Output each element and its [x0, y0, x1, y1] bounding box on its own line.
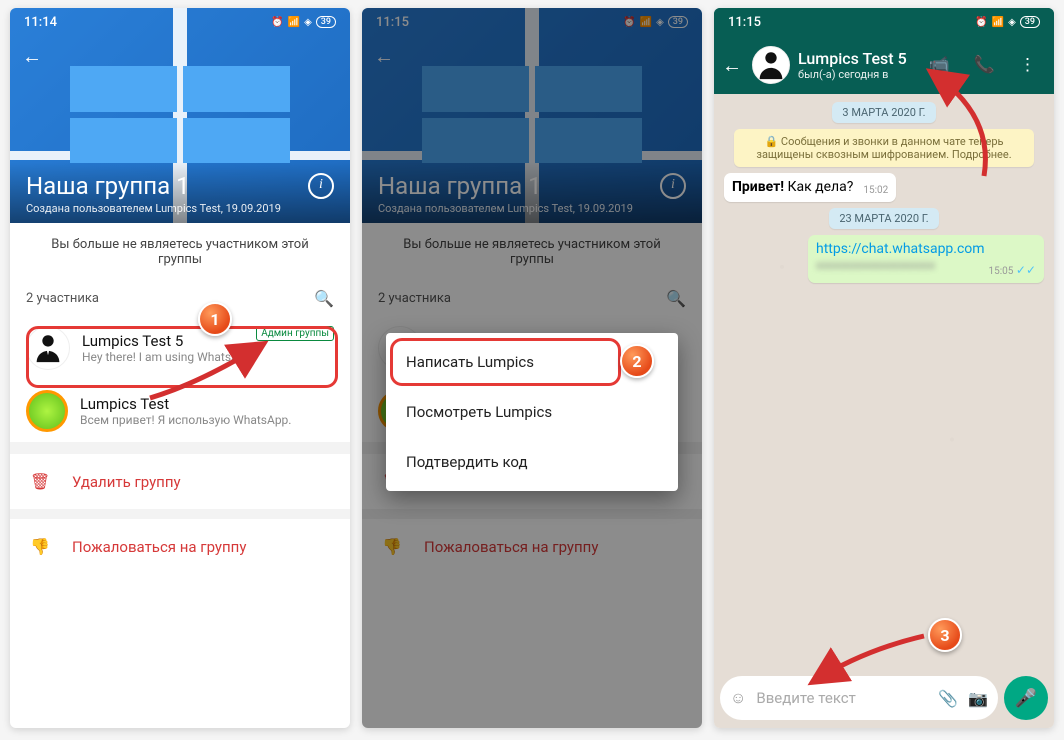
message-text: Как дела?	[784, 179, 853, 195]
popup-item-confirm[interactable]: Подтвердить код	[386, 437, 678, 487]
avatar-icon	[26, 390, 68, 432]
members-count: 2 участника	[26, 291, 99, 306]
alarm-icon: ⏰	[975, 17, 987, 28]
clock: 11:15	[728, 15, 761, 30]
avatar-icon	[26, 326, 70, 370]
back-button[interactable]: ←	[720, 53, 744, 78]
popup-item-view[interactable]: Посмотреть Lumpics	[386, 387, 678, 437]
search-icon[interactable]: 🔍	[314, 289, 334, 308]
screen-chat: 11:15 ⏰ 📶 ◈ 39 ← Lumpics Test 5 был(-а) …	[714, 8, 1054, 728]
annotation-badge-1: 1	[198, 302, 232, 336]
video-call-icon[interactable]: 📹	[929, 55, 950, 75]
screen-context-menu: 11:15 ⏰ 📶 ◈ 39 ← Наша группа 1 Создана п…	[362, 8, 702, 728]
status-icons: ⏰ 📶 ◈ 39	[271, 16, 336, 28]
avatar-icon[interactable]	[752, 46, 790, 84]
date-chip: 3 МАРТА 2020 Г.	[832, 102, 935, 123]
mic-button[interactable]: 🎤	[1004, 676, 1048, 720]
annotation-badge-2: 2	[620, 344, 654, 378]
camera-icon[interactable]: 📷	[968, 689, 988, 708]
message-time: 15:02	[863, 185, 888, 196]
screen-group-info: 11:14 ⏰ 📶 ◈ 39 ← Наша группа 1 Создана п…	[10, 8, 350, 728]
chat-input-bar: ☺ Введите текст 📎 📷 🎤	[714, 670, 1054, 728]
action-label: Удалить группу	[72, 473, 181, 491]
battery-icon: 39	[316, 16, 336, 28]
voice-call-icon[interactable]: 📞	[974, 55, 995, 75]
chat-title: Lumpics Test 5	[798, 49, 907, 68]
more-icon[interactable]: ⋮	[1019, 55, 1036, 75]
trash-icon: 🗑	[30, 472, 50, 491]
status-bar: 11:14 ⏰ 📶 ◈ 39	[10, 8, 350, 36]
input-placeholder: Введите текст	[756, 689, 928, 707]
message-link[interactable]: https://chat.whatsapp.com	[816, 241, 985, 257]
action-label: Пожаловаться на группу	[72, 538, 246, 556]
wifi-icon: ◈	[304, 17, 312, 28]
group-title: Наша группа 1	[26, 172, 334, 200]
chat-subtitle: был(-а) сегодня в	[798, 68, 907, 81]
member-status: Hey there! I am using WhatsApp.	[82, 350, 334, 364]
message-outgoing[interactable]: https://chat.whatsapp.com xxxxxxxxxxxxxx…	[808, 235, 1044, 283]
status-icons: ⏰ 📶 ◈ 39	[975, 16, 1040, 28]
message-input[interactable]: ☺ Введите текст 📎 📷	[720, 676, 998, 720]
lock-icon: 🔒	[764, 135, 778, 148]
message-text-strong: Привет!	[732, 179, 784, 195]
signal-icon: 📶	[288, 17, 300, 28]
member-row-0[interactable]: Lumpics Test 5 Hey there! I am using Wha…	[10, 316, 350, 380]
group-subtitle: Создана пользователем Lumpics Test, 19.0…	[26, 202, 334, 215]
encryption-notice[interactable]: 🔒 Сообщения и звонки в данном чате тепер…	[734, 129, 1034, 167]
signal-icon: 📶	[992, 17, 1004, 28]
annotation-badge-3: 3	[928, 618, 962, 652]
attach-icon[interactable]: 📎	[938, 689, 958, 708]
alarm-icon: ⏰	[271, 17, 283, 28]
message-incoming[interactable]: Привет! Как дела? 15:02	[724, 173, 896, 202]
members-header-row: 2 участника 🔍	[10, 281, 350, 316]
read-tick-icon: ✓✓	[1016, 263, 1036, 277]
admin-badge: Админ группы	[256, 326, 334, 341]
emoji-icon[interactable]: ☺	[730, 688, 746, 708]
date-chip: 23 МАРТА 2020 Г.	[829, 208, 938, 229]
member-status: Всем привет! Я использую WhatsApp.	[80, 413, 334, 427]
member-name: Lumpics Test	[80, 395, 334, 413]
delete-group-button[interactable]: 🗑 Удалить группу	[10, 442, 350, 509]
wifi-icon: ◈	[1008, 17, 1016, 28]
message-blurred: xxxxxxxxxxxxxxxxxxxx	[816, 258, 935, 272]
clock: 11:14	[24, 15, 57, 30]
chat-body[interactable]: 3 МАРТА 2020 Г. 🔒 Сообщения и звонки в д…	[714, 94, 1054, 670]
group-cover: ← Наша группа 1 Создана пользователем Lu…	[10, 8, 350, 223]
thumbs-down-icon: 👎	[30, 537, 50, 556]
message-time: 15:05 ✓✓	[989, 263, 1037, 277]
battery-icon: 39	[1020, 16, 1040, 28]
status-bar: 11:15 ⏰ 📶 ◈ 39	[714, 8, 1054, 36]
info-button[interactable]: i	[308, 173, 334, 199]
back-button[interactable]: ←	[22, 44, 42, 69]
report-group-button[interactable]: 👎 Пожаловаться на группу	[10, 509, 350, 574]
member-row-1[interactable]: Lumpics Test Всем привет! Я использую Wh…	[10, 380, 350, 442]
not-member-notice: Вы больше не являетесь участником этой г…	[10, 223, 350, 281]
